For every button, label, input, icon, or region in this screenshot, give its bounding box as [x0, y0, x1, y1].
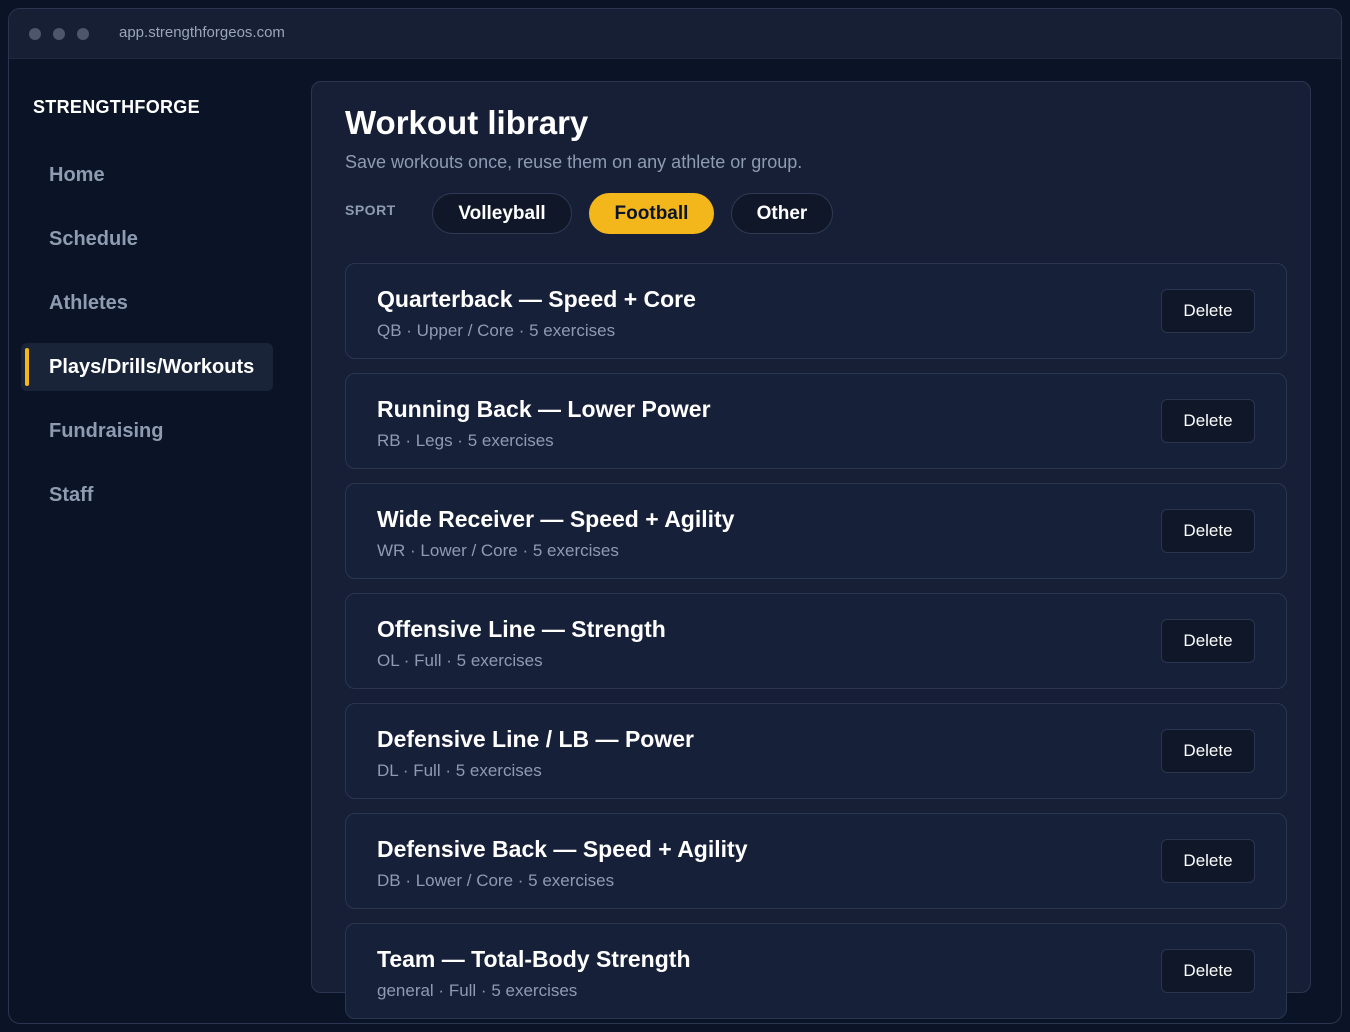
sidebar-item-label: Home	[49, 164, 105, 186]
sport-filter-volleyball[interactable]: Volleyball	[432, 193, 572, 234]
sidebar-item-schedule[interactable]: Schedule	[21, 215, 273, 263]
workout-card: Running Back — Lower Power RB · Legs · 5…	[345, 373, 1287, 469]
workout-card: Quarterback — Speed + Core QB · Upper / …	[345, 263, 1287, 359]
delete-button[interactable]: Delete	[1161, 289, 1255, 333]
delete-button[interactable]: Delete	[1161, 839, 1255, 883]
delete-button[interactable]: Delete	[1161, 399, 1255, 443]
workout-title: Team — Total-Body Strength	[377, 946, 691, 972]
workout-meta: OL · Full · 5 exercises	[377, 651, 543, 670]
delete-button[interactable]: Delete	[1161, 509, 1255, 553]
workout-card: Defensive Line / LB — Power DL · Full · …	[345, 703, 1287, 799]
workout-card: Wide Receiver — Speed + Agility WR · Low…	[345, 483, 1287, 579]
browser-titlebar: app.strengthforgeos.com	[9, 9, 1341, 59]
workout-card: Team — Total-Body Strength general · Ful…	[345, 923, 1287, 1019]
workout-title: Quarterback — Speed + Core	[377, 286, 696, 312]
sidebar-item-plays-drills-workouts[interactable]: Plays/Drills/Workouts	[21, 343, 273, 391]
workout-meta: DL · Full · 5 exercises	[377, 761, 542, 780]
sidebar-item-fundraising[interactable]: Fundraising	[21, 407, 273, 455]
sidebar-item-home[interactable]: Home	[21, 151, 273, 199]
delete-button[interactable]: Delete	[1161, 729, 1255, 773]
brand-logo-text: STRENGTHFORGE	[33, 97, 200, 117]
sidebar-item-label: Athletes	[49, 292, 128, 314]
sport-filter-label: SPORT	[345, 202, 396, 218]
workout-card: Offensive Line — Strength OL · Full · 5 …	[345, 593, 1287, 689]
workout-library-panel: Workout library Save workouts once, reus…	[311, 81, 1311, 1019]
window-zoom-dot[interactable]	[77, 28, 89, 40]
page-subtitle: Save workouts once, reuse them on any at…	[345, 152, 803, 172]
sidebar-item-label: Fundraising	[49, 420, 164, 442]
sidebar: STRENGTHFORGE Home Schedule Athletes Pla…	[9, 59, 309, 1023]
sidebar-item-athletes[interactable]: Athletes	[21, 279, 273, 327]
browser-window: app.strengthforgeos.com STRENGTHFORGE Ho…	[8, 8, 1342, 1024]
window-minimize-dot[interactable]	[53, 28, 65, 40]
workout-meta: general · Full · 5 exercises	[377, 981, 578, 1000]
workout-card: Defensive Back — Speed + Agility DB · Lo…	[345, 813, 1287, 909]
delete-button[interactable]: Delete	[1161, 619, 1255, 663]
window-close-dot[interactable]	[29, 28, 41, 40]
sidebar-item-staff[interactable]: Staff	[21, 471, 273, 519]
workout-title: Offensive Line — Strength	[377, 616, 666, 642]
sidebar-item-label: Plays/Drills/Workouts	[49, 356, 255, 378]
workout-title: Defensive Back — Speed + Agility	[377, 836, 748, 862]
workout-title: Defensive Line / LB — Power	[377, 726, 694, 752]
sidebar-item-label: Staff	[49, 484, 94, 506]
workout-meta: RB · Legs · 5 exercises	[377, 431, 554, 450]
address-bar-url[interactable]: app.strengthforgeos.com	[119, 24, 285, 41]
sidebar-item-label: Schedule	[49, 228, 138, 250]
workout-meta: WR · Lower / Core · 5 exercises	[377, 541, 619, 560]
sport-filter-other[interactable]: Other	[731, 193, 833, 234]
page-title: Workout library	[345, 104, 589, 141]
workout-title: Wide Receiver — Speed + Agility	[377, 506, 735, 532]
workout-meta: DB · Lower / Core · 5 exercises	[377, 871, 615, 890]
workout-meta: QB · Upper / Core · 5 exercises	[377, 321, 616, 340]
workout-title: Running Back — Lower Power	[377, 396, 711, 422]
sport-filter-football[interactable]: Football	[589, 193, 714, 234]
delete-button[interactable]: Delete	[1161, 949, 1255, 993]
